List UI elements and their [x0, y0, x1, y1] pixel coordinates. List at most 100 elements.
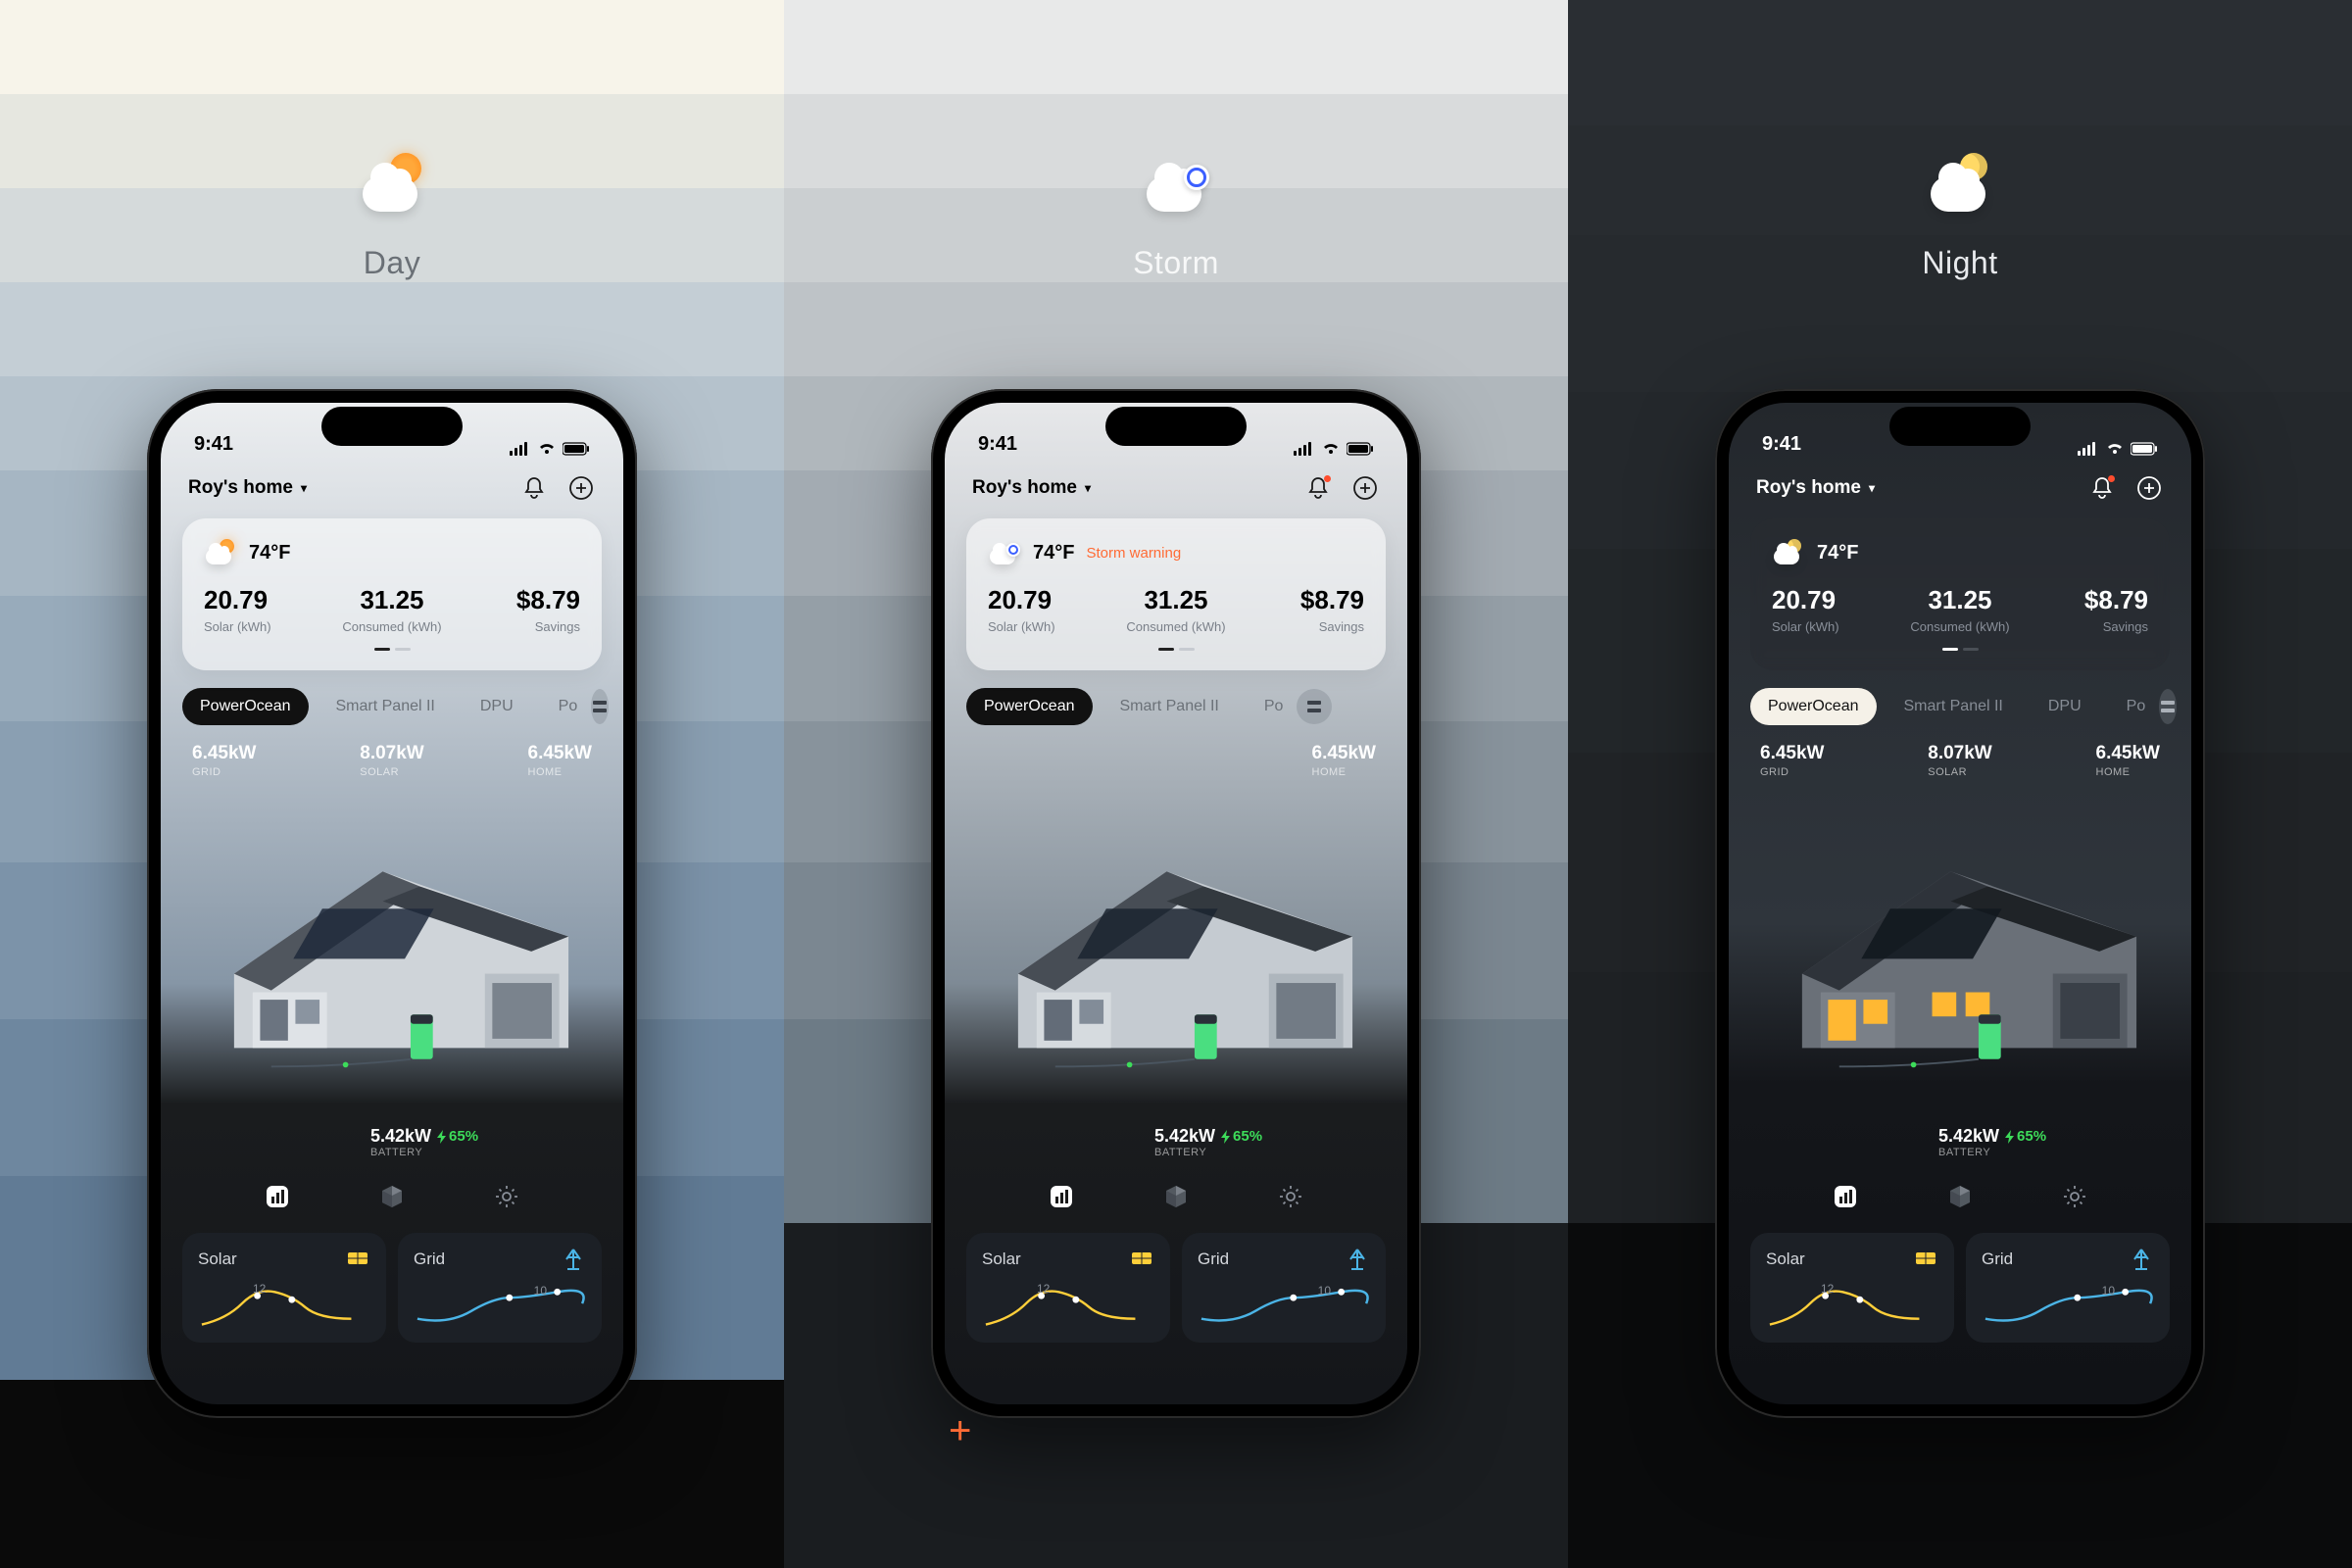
page-dots[interactable] — [204, 648, 580, 651]
tab-more-icon[interactable] — [2159, 689, 2177, 724]
battery-percent: 65% — [1221, 1128, 1262, 1145]
spark-line-icon — [198, 1278, 370, 1335]
gear-icon — [1278, 1184, 1303, 1209]
bolt-icon — [437, 1130, 447, 1144]
nav-stats[interactable] — [1045, 1180, 1078, 1213]
tab-more-icon[interactable] — [591, 689, 609, 724]
status-time: 9:41 — [978, 433, 1017, 456]
plus-alert-icon: + — [949, 1409, 971, 1453]
tab-more-icon[interactable] — [1297, 689, 1332, 724]
mini-card-solar[interactable]: Solar 12 — [182, 1233, 386, 1343]
nav-3d[interactable] — [375, 1180, 409, 1213]
energy-readout: 6.45kW HOME — [945, 729, 1407, 778]
phone-frame: + 9:41 Roy's home ▾ — [931, 389, 1421, 1418]
nav-settings[interactable] — [490, 1180, 523, 1213]
phone-notch — [321, 407, 463, 446]
page-dots[interactable] — [988, 648, 1364, 651]
nav-3d[interactable] — [1943, 1180, 1977, 1213]
nav-stats[interactable] — [1829, 1180, 1862, 1213]
battery-value: 5.42kW — [1938, 1126, 1999, 1147]
mini-card-grid[interactable]: Grid 10 — [398, 1233, 602, 1343]
solar-panel-icon — [1913, 1247, 1938, 1272]
tab-powerocean[interactable]: PowerOcean — [1750, 688, 1877, 725]
night-cloud-icon — [1772, 536, 1805, 569]
house-diagram: 5.42kW 65% BATTERY — [1746, 788, 2174, 1160]
stat-solar: 20.79 Solar (kWh) — [988, 585, 1113, 634]
nav-stats[interactable] — [261, 1180, 294, 1213]
nav-settings[interactable] — [2058, 1180, 2091, 1213]
battery-icon — [1347, 442, 1374, 456]
tab-powerocean[interactable]: PowerOcean — [966, 688, 1093, 725]
energy-readout: 6.45kW GRID 8.07kW SOLAR 6.45kW HOME — [161, 729, 623, 778]
tab-dpu[interactable]: DPU — [2031, 688, 2099, 725]
storm-warning: Storm warning — [1086, 545, 1181, 562]
phone-frame: 9:41 Roy's home ▾ — [1715, 389, 2205, 1418]
house-diagram: 5.42kW 65% BATTERY — [178, 788, 606, 1160]
bell-button[interactable] — [519, 473, 549, 503]
signal-icon — [2078, 442, 2099, 456]
energy-readout: 6.45kW GRID 8.07kW SOLAR 6.45kW HOME — [1729, 729, 2191, 778]
mini-chart-cards: Solar 12 Grid — [945, 1227, 1407, 1343]
readout-grid: 6.45kW GRID — [192, 743, 256, 778]
temperature: 74°F — [1033, 542, 1074, 564]
tab-smartpanel[interactable]: Smart Panel II — [318, 688, 453, 725]
device-tabs: PowerOcean Smart Panel II DPU Po — [1729, 670, 2191, 729]
gear-icon — [494, 1184, 519, 1209]
house-illustration-icon — [962, 788, 1390, 1141]
summary-card[interactable]: 74°F 20.79 Solar (kWh) 31.25 Consumed (k… — [182, 518, 602, 670]
top-actions — [2087, 473, 2164, 503]
house-illustration-icon — [1746, 788, 2174, 1141]
theme-label: Storm — [1133, 245, 1219, 281]
device-tabs: PowerOcean Smart Panel II Po — [945, 670, 1407, 729]
add-button[interactable] — [1350, 473, 1380, 503]
status-icons — [1294, 442, 1374, 456]
stat-savings: $8.79 Savings — [2023, 585, 2148, 634]
summary-card[interactable]: 74°F 20.79 Solar (kWh) 31.25 Consumed (k… — [1750, 518, 2170, 670]
status-icons — [510, 442, 590, 456]
storm-cloud-icon — [988, 536, 1021, 569]
wifi-icon — [2105, 442, 2125, 456]
tab-dpu[interactable]: DPU — [463, 688, 531, 725]
home-selector[interactable]: Roy's home ▾ — [188, 477, 307, 499]
plus-circle-icon — [568, 475, 594, 501]
bell-button[interactable] — [1303, 473, 1333, 503]
battery-label: BATTERY — [1938, 1147, 2046, 1158]
tab-overflow[interactable]: Po — [2109, 688, 2150, 725]
cube-icon — [378, 1183, 406, 1210]
wifi-icon — [537, 442, 557, 456]
mini-card-solar[interactable]: Solar 12 — [966, 1233, 1170, 1343]
cube-icon — [1946, 1183, 1974, 1210]
phone-notch — [1889, 407, 2031, 446]
add-button[interactable] — [2134, 473, 2164, 503]
stat-solar: 20.79 Solar (kWh) — [204, 585, 329, 634]
page-dots[interactable] — [1772, 648, 2148, 651]
summary-card[interactable]: 74°F Storm warning 20.79 Solar (kWh) 31.… — [966, 518, 1386, 670]
app-screen: 9:41 Roy's home ▾ — [161, 403, 623, 1404]
plus-circle-icon — [1352, 475, 1378, 501]
app-topbar: Roy's home ▾ — [1729, 460, 2191, 513]
tab-overflow[interactable]: Po — [541, 688, 582, 725]
tab-smartpanel[interactable]: Smart Panel II — [1102, 688, 1237, 725]
mini-card-grid[interactable]: Grid 10 — [1966, 1233, 2170, 1343]
home-selector[interactable]: Roy's home ▾ — [1756, 477, 1875, 499]
mini-card-solar[interactable]: Solar 12 — [1750, 1233, 1954, 1343]
nav-settings[interactable] — [1274, 1180, 1307, 1213]
mini-card-grid[interactable]: Grid 10 — [1182, 1233, 1386, 1343]
readout-solar: 8.07kW SOLAR — [360, 743, 423, 778]
add-button[interactable] — [566, 473, 596, 503]
nav-3d[interactable] — [1159, 1180, 1193, 1213]
app-topbar: Roy's home ▾ — [945, 460, 1407, 513]
app-topbar: Roy's home ▾ — [161, 460, 623, 513]
tab-powerocean[interactable]: PowerOcean — [182, 688, 309, 725]
tab-smartpanel[interactable]: Smart Panel II — [1886, 688, 2021, 725]
readout-solar: 8.07kW SOLAR — [1928, 743, 1991, 778]
house-illustration-icon — [178, 788, 606, 1141]
bell-button[interactable] — [2087, 473, 2117, 503]
tab-overflow[interactable]: Po — [1247, 688, 1288, 725]
signal-icon — [510, 442, 531, 456]
readout-home: 6.45kW HOME — [1312, 743, 1376, 778]
phone-notch — [1105, 407, 1247, 446]
weather-badge: Day — [353, 147, 431, 281]
theme-panel-night: Night 9:41 Roy's home ▾ — [1568, 0, 2352, 1568]
home-selector[interactable]: Roy's home ▾ — [972, 477, 1091, 499]
